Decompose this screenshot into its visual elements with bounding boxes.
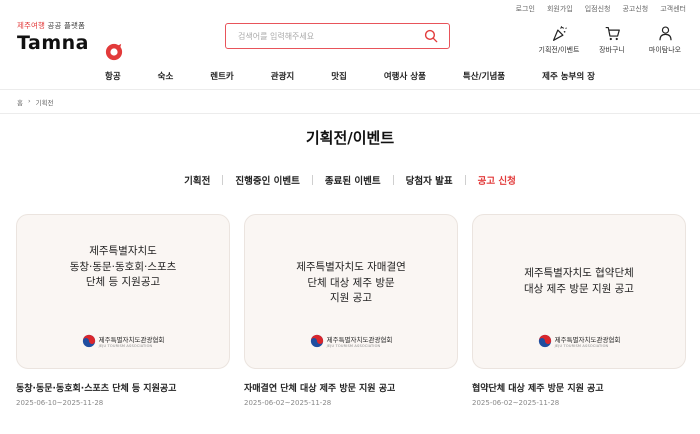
breadcrumb-home[interactable]: 홈 xyxy=(17,97,23,107)
header-shortcuts: 기획전/이벤트 장바구니 마이탐나오 xyxy=(538,25,686,55)
taegeuk-emblem-icon xyxy=(310,334,323,348)
tab-separator xyxy=(464,175,466,185)
org-logo: 제주특별자치도관광협회 JEJU TOURISM ASSOCIATION xyxy=(245,334,457,348)
mypage-shortcut[interactable]: 마이탐나오 xyxy=(644,25,686,55)
page-title: 기획전/이벤트 xyxy=(305,129,395,147)
card-banner-text: 제주특별자치도 자매결연 단체 대상 제주 방문 지원 공고 xyxy=(296,261,406,304)
card-date: 2025-06-10~2025-11-28 xyxy=(16,399,104,407)
logo-tagline: 제주여행 공공 플랫폼 xyxy=(17,21,85,30)
category-tabs: 기획전 진행중인 이벤트 종료된 이벤트 당첨자 발표 공고 신청 xyxy=(0,173,700,187)
tab-exhibition[interactable]: 기획전 xyxy=(184,173,210,187)
user-icon xyxy=(658,26,672,41)
card-title[interactable]: 협약단체 대상 제주 방문 지원 공고 xyxy=(472,381,604,394)
org-logo: 제주특별자치도관광협회 JEJU TOURISM ASSOCIATION xyxy=(17,334,229,348)
logo-wordmark: Tamna xyxy=(17,33,123,61)
tab-ended-events[interactable]: 종료된 이벤트 xyxy=(325,173,381,187)
main-nav: 항공 숙소 렌트카 관광지 맛집 여행사 상품 특산/기념품 제주 농부의 장 xyxy=(0,70,700,82)
nav-item-attraction[interactable]: 관광지 xyxy=(271,70,294,82)
card-banner-text: 제주특별자치도 협약단체 대상 제주 방문 지원 공고 xyxy=(524,267,634,295)
vendor-apply-link[interactable]: 입점신청 xyxy=(585,4,611,14)
breadcrumb-divider xyxy=(0,113,700,114)
tab-ongoing-events[interactable]: 진행중인 이벤트 xyxy=(235,173,300,187)
taegeuk-emblem-icon xyxy=(82,334,95,348)
nav-divider xyxy=(0,89,700,90)
card-title[interactable]: 자매결연 단체 대상 제주 방문 지원 공고 xyxy=(244,381,395,394)
taegeuk-emblem-icon xyxy=(538,334,551,348)
search-icon[interactable] xyxy=(424,29,438,43)
party-popper-icon xyxy=(552,26,567,41)
nav-item-travel-agency[interactable]: 여행사 상품 xyxy=(384,70,426,82)
customer-center-link[interactable]: 고객센터 xyxy=(660,4,686,14)
card-date: 2025-06-02~2025-11-28 xyxy=(244,399,332,407)
nav-item-specialty[interactable]: 특산/기념품 xyxy=(463,70,505,82)
tab-separator xyxy=(222,175,224,185)
logo-o-icon xyxy=(105,43,123,61)
signup-link[interactable]: 회원가입 xyxy=(547,4,573,14)
cart-icon xyxy=(605,26,620,41)
site-logo[interactable]: 제주여행 공공 플랫폼 Tamna xyxy=(17,20,123,61)
login-link[interactable]: 로그인 xyxy=(516,4,535,14)
tab-winners[interactable]: 당첨자 발표 xyxy=(406,173,453,187)
search-input[interactable] xyxy=(226,24,406,49)
nav-item-farmers-market[interactable]: 제주 농부의 장 xyxy=(542,70,595,82)
card-title[interactable]: 동창·동문·동호회·스포츠 단체 등 지원공고 xyxy=(16,381,176,394)
org-logo: 제주특별자치도관광협회 JEJU TOURISM ASSOCIATION xyxy=(473,334,685,348)
search-box xyxy=(225,23,450,49)
nav-item-rentcar[interactable]: 렌트카 xyxy=(210,70,233,82)
event-card[interactable]: 제주특별자치도 협약단체 대상 제주 방문 지원 공고 제주특별자치도관광협회 … xyxy=(472,214,686,369)
tab-notice-apply[interactable]: 공고 신청 xyxy=(478,173,516,187)
notice-apply-link[interactable]: 공고신청 xyxy=(622,4,648,14)
event-card[interactable]: 제주특별자치도 자매결연 단체 대상 제주 방문 지원 공고 제주특별자치도관광… xyxy=(244,214,458,369)
tab-separator xyxy=(392,175,394,185)
cart-shortcut[interactable]: 장바구니 xyxy=(591,25,633,55)
utility-links: 로그인 회원가입 입점신청 공고신청 고객센터 xyxy=(516,4,686,14)
breadcrumb-separator: › xyxy=(27,97,31,105)
breadcrumb-current: 기획전 xyxy=(35,99,54,107)
nav-item-lodging[interactable]: 숙소 xyxy=(158,70,174,82)
tab-separator xyxy=(311,175,313,185)
event-card[interactable]: 제주특별자치도 동창·동문·동호회·스포츠 단체 등 지원공고 제주특별자치도관… xyxy=(16,214,230,369)
card-banner-text: 제주특별자치도 동창·동문·동호회·스포츠 단체 등 지원공고 xyxy=(69,245,177,288)
nav-item-restaurant[interactable]: 맛집 xyxy=(331,70,347,82)
breadcrumb: 홈 › 기획전 xyxy=(17,97,54,107)
card-date: 2025-06-02~2025-11-28 xyxy=(472,399,560,407)
nav-item-flight[interactable]: 항공 xyxy=(105,70,121,82)
event-shortcut[interactable]: 기획전/이벤트 xyxy=(538,25,580,55)
